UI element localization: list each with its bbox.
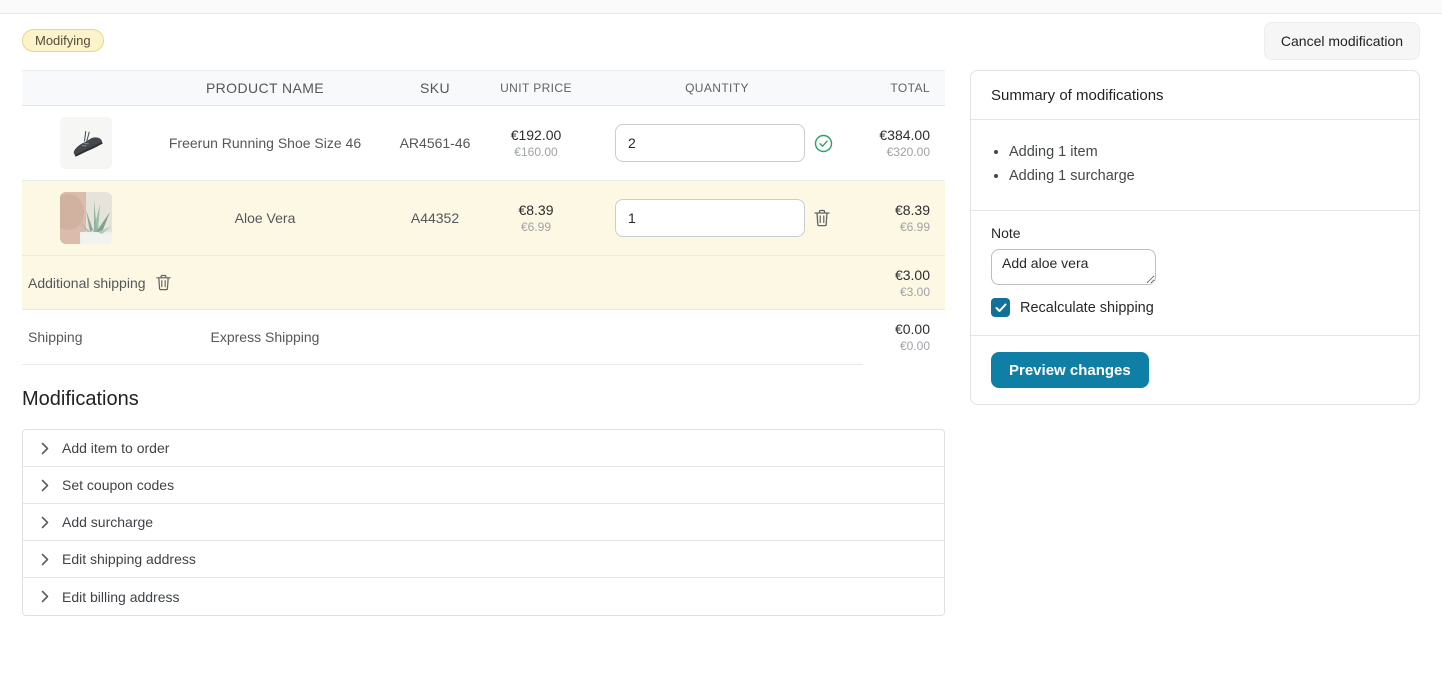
quantity-input[interactable] — [615, 124, 805, 162]
surcharge-label: Additional shipping — [28, 275, 146, 291]
header-unit-price: UNIT PRICE — [490, 81, 582, 95]
line-total: €384.00 — [852, 127, 930, 143]
header-quantity: QUANTITY — [582, 81, 852, 95]
summary-list-section: Adding 1 item Adding 1 surcharge — [971, 120, 1419, 211]
shipping-total: €0.00 — [852, 321, 930, 337]
header-sku: SKU — [380, 80, 490, 96]
card-footer: Preview changes — [971, 336, 1419, 404]
note-label: Note — [991, 225, 1399, 241]
recalculate-shipping-checkbox[interactable] — [991, 298, 1010, 317]
preview-changes-button[interactable]: Preview changes — [991, 352, 1149, 388]
summary-card-title: Summary of modifications — [971, 71, 1419, 120]
product-sku: A44352 — [380, 210, 490, 226]
chevron-right-icon — [41, 442, 49, 455]
modifying-status-badge: Modifying — [22, 29, 104, 52]
accordion-set-coupon-codes[interactable]: Set coupon codes — [23, 467, 944, 504]
surcharge-total: €3.00 — [852, 267, 930, 283]
chevron-right-icon — [41, 479, 49, 492]
product-image-aloe — [60, 192, 112, 244]
modifications-heading: Modifications — [22, 388, 139, 411]
quantity-input[interactable] — [615, 199, 805, 237]
unit-price-net: €160.00 — [490, 145, 582, 159]
unit-price: €192.00 — [490, 127, 582, 143]
product-sku: AR4561-46 — [380, 135, 490, 151]
surcharge-row: Additional shipping €3.00 €3.00 — [22, 256, 945, 310]
summary-item: Adding 1 surcharge — [1009, 164, 1399, 188]
accordion-add-surcharge[interactable]: Add surcharge — [23, 504, 944, 541]
accordion-edit-billing-address[interactable]: Edit billing address — [23, 578, 944, 615]
table-header-row: PRODUCT NAME SKU UNIT PRICE QUANTITY TOT… — [22, 70, 945, 106]
accordion-edit-shipping-address[interactable]: Edit shipping address — [23, 541, 944, 578]
chevron-right-icon — [41, 590, 49, 603]
shipping-label: Shipping — [22, 329, 150, 345]
check-circle-icon — [814, 134, 833, 153]
note-textarea[interactable]: Add aloe vera — [991, 249, 1156, 285]
product-name: Aloe Vera — [150, 210, 380, 226]
order-items-table: PRODUCT NAME SKU UNIT PRICE QUANTITY TOT… — [22, 70, 945, 364]
top-bar — [0, 0, 1442, 14]
line-total: €8.39 — [852, 202, 930, 218]
trash-icon[interactable] — [156, 274, 171, 291]
recalculate-shipping-label: Recalculate shipping — [1020, 300, 1154, 316]
table-row: Freerun Running Shoe Size 46 AR4561-46 €… — [22, 106, 945, 181]
order-modification-page: Modifying Cancel modification PRODUCT NA… — [0, 0, 1442, 690]
shipping-total-net: €0.00 — [852, 339, 930, 353]
product-name: Freerun Running Shoe Size 46 — [150, 135, 380, 151]
trash-icon[interactable] — [814, 209, 830, 227]
summary-item: Adding 1 item — [1009, 140, 1399, 164]
header-product-name: PRODUCT NAME — [150, 80, 380, 96]
accordion-add-item[interactable]: Add item to order — [23, 430, 944, 467]
surcharge-total-net: €3.00 — [852, 285, 930, 299]
badge-label: Modifying — [35, 33, 91, 48]
cancel-modification-button[interactable]: Cancel modification — [1264, 22, 1420, 60]
summary-of-modifications-card: Summary of modifications Adding 1 item A… — [970, 70, 1420, 405]
chevron-right-icon — [41, 553, 49, 566]
shipping-method: Express Shipping — [150, 329, 380, 345]
shipping-row: Shipping Express Shipping €0.00 €0.00 — [22, 310, 945, 364]
product-image-shoe — [60, 117, 112, 169]
table-row-added-item: Aloe Vera A44352 €8.39 €6.99 €8.39 — [22, 181, 945, 256]
unit-price: €8.39 — [490, 202, 582, 218]
header-total: TOTAL — [852, 81, 945, 95]
chevron-right-icon — [41, 516, 49, 529]
unit-price-net: €6.99 — [490, 220, 582, 234]
note-section: Note Add aloe vera Recalculate shipping — [971, 211, 1419, 336]
modifications-accordion: Add item to order Set coupon codes Add s… — [22, 429, 945, 616]
line-total-net: €320.00 — [852, 145, 930, 159]
line-total-net: €6.99 — [852, 220, 930, 234]
